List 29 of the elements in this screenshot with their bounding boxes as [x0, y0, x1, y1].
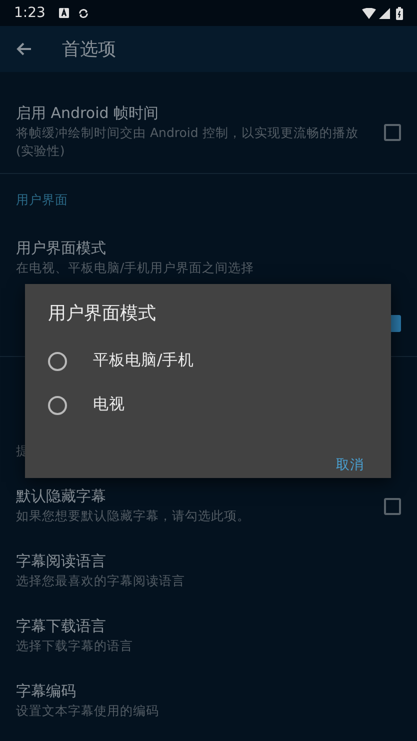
sync-icon	[78, 8, 90, 18]
radio-option[interactable]: 电视	[48, 383, 368, 427]
section-header: 用户界面	[16, 190, 68, 209]
radio-option[interactable]: 平板电脑/手机	[48, 339, 368, 383]
cancel-button[interactable]: 取消	[332, 449, 368, 482]
back-icon[interactable]	[16, 42, 32, 56]
preference-title[interactable]: 启用 Android 帧时间	[16, 104, 372, 124]
preference-summary: 选择您最喜欢的字幕阅读语言	[16, 572, 186, 590]
radio-button[interactable]	[48, 396, 67, 414]
preference-title[interactable]: 用户界面模式	[16, 239, 401, 259]
signal-icon	[379, 8, 390, 18]
clock: 1:23	[14, 4, 46, 22]
screen-title: 首选项	[62, 38, 116, 62]
battery-icon	[396, 6, 403, 20]
radio-button[interactable]	[48, 352, 67, 370]
wifi-icon	[362, 8, 376, 18]
preference-title[interactable]: 默认隐藏字幕	[16, 487, 372, 507]
preference-title[interactable]: 字幕阅读语言	[16, 552, 401, 572]
preference-summary: 选择下载字幕的语言	[16, 636, 134, 655]
preference-title[interactable]: 字幕编码	[16, 682, 401, 702]
dialog-title: 用户界面模式	[48, 302, 157, 326]
preference-summary: 在电视、平板电脑/手机用户界面之间选择	[16, 258, 256, 277]
checkbox[interactable]	[384, 498, 401, 515]
preference-summary: 设置文本字幕使用的编码	[16, 702, 160, 720]
preference-title[interactable]: 字幕下载语言	[16, 617, 401, 637]
preference-summary: 如果您想要默认隐藏字幕，请勾选此项。	[16, 506, 251, 525]
notification-icon	[59, 8, 70, 18]
preference-summary: 将帧缓冲绘制时间交由 Android 控制，以实现更流畅的播放 (实验性)	[16, 124, 360, 160]
checkbox[interactable]	[384, 124, 401, 141]
